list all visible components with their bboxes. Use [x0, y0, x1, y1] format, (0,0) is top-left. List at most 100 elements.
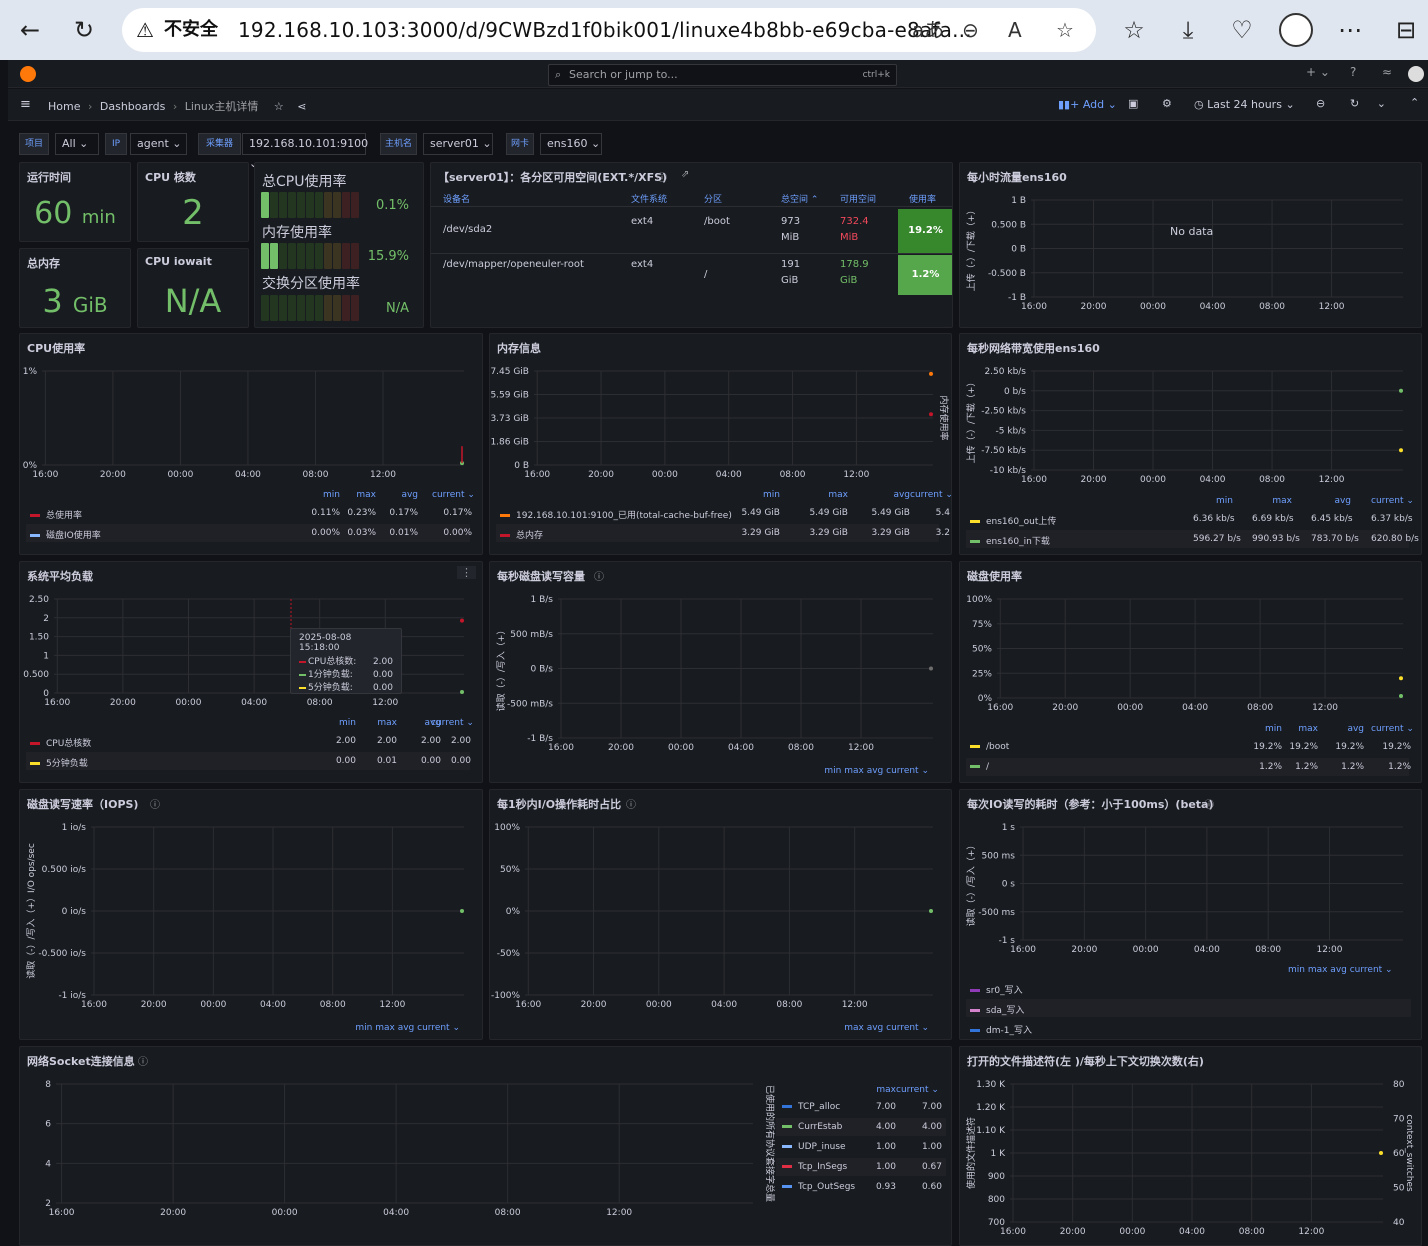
zoom-icon[interactable]: ⊖ [962, 8, 979, 52]
news-icon[interactable]: ≈ [1382, 65, 1392, 79]
address-bar[interactable]: ⚠ 不安全 192.168.10.103:3000/d/9CWBzd1f0bik… [122, 8, 1096, 52]
settings-icon[interactable]: ⚙ [1162, 97, 1172, 110]
zoom-out-icon[interactable]: ⊖ [1316, 97, 1325, 110]
legend-item[interactable]: 磁盘IO使用率 [30, 528, 101, 541]
back-icon[interactable]: ← [14, 14, 46, 46]
refresh-icon[interactable]: ↻ ⌄ [1350, 97, 1386, 110]
sidebar-icon[interactable]: ⊟ [1390, 14, 1422, 46]
y-right-tick-label: 40 [1393, 1218, 1405, 1228]
time-range-label: Last 24 hours [1207, 98, 1282, 111]
legend-header-max[interactable]: max [1278, 724, 1318, 734]
favorite-star-icon[interactable]: ☆ [1056, 8, 1074, 52]
y-tick-label: -2.50 kb/s [981, 407, 1026, 417]
var-select-hostname[interactable]: server01 ⌄ [423, 133, 493, 155]
time-picker[interactable]: ◷ Last 24 hours ⌄ [1194, 98, 1295, 111]
legend-header-min[interactable]: min [1242, 724, 1282, 734]
search-input[interactable]: ⌕ Search or jump to... ctrl+k [548, 64, 897, 86]
legend-item[interactable]: UDP_inuse [782, 1142, 846, 1152]
legend-header-avg[interactable]: avg [378, 490, 418, 500]
legend-item[interactable]: ens160_out上传 [970, 514, 1056, 527]
x-tick-label: 20:00 [110, 698, 136, 708]
grafana-logo-icon[interactable] [20, 66, 36, 82]
col-mount[interactable]: 分区 [704, 192, 722, 205]
var-select-nic[interactable]: ens160 ⌄ [540, 133, 602, 155]
reload-icon[interactable]: ↻ [68, 14, 100, 46]
legend-item[interactable]: 5分钟负载 [30, 756, 88, 769]
legend-item[interactable]: Tcp_InSegs [782, 1162, 847, 1172]
legend-header-max[interactable]: max [336, 490, 376, 500]
legend-header-avg[interactable]: avg [1311, 496, 1351, 506]
legend-footer[interactable]: min max avg current ⌄ [355, 1023, 460, 1033]
favorites-icon[interactable]: ☆ [1118, 14, 1150, 46]
legend-header-min[interactable]: min [300, 490, 340, 500]
var-select-project[interactable]: All ⌄ [55, 133, 99, 155]
legend-header-avg[interactable]: avg [870, 490, 910, 500]
legend-header-avg[interactable]: avg [1324, 724, 1364, 734]
save-icon[interactable]: ▣ [1128, 97, 1138, 110]
external-link-icon[interactable]: ⇗ [681, 169, 689, 180]
y-axis-label: 上传（-）/下载（+） [965, 378, 977, 464]
star-icon[interactable]: ☆ [274, 100, 284, 113]
breadcrumb-home[interactable]: Home [48, 100, 80, 113]
legend-item[interactable]: 192.168.10.101:9100_已用(total-cache-buf-f… [500, 508, 732, 521]
legend-item[interactable]: / [970, 762, 989, 772]
legend-header-min[interactable]: min [1193, 496, 1233, 506]
col-device[interactable]: 设备名 [443, 192, 470, 205]
collapse-icon[interactable]: ⌃ [1410, 96, 1419, 109]
add-button[interactable]: ▮▮+ Add ⌄ [1058, 98, 1117, 111]
col-total[interactable]: 总空间 ⌃ [781, 192, 818, 205]
legend-item[interactable]: ens160_in下载 [970, 534, 1050, 547]
more-icon[interactable]: ⋯ [1334, 14, 1366, 46]
legend-value-max: 3.29 GiB [809, 528, 848, 538]
legend-header-current[interactable]: current ⌄ [432, 490, 475, 500]
series-endpoint [929, 371, 933, 376]
legend-item[interactable]: dm-1_写入 [970, 1023, 1032, 1036]
help-icon[interactable]: ? [1350, 65, 1356, 79]
legend-item[interactable]: sda_写入 [970, 1003, 1024, 1016]
legend-header-current[interactable]: current ⌄ [1371, 724, 1414, 734]
panel-cpu-iowait: CPU iowait N/A [137, 248, 249, 328]
legend-value-min: 0.11% [311, 508, 340, 518]
menu-icon[interactable]: ≡ [20, 97, 31, 112]
new-icon[interactable]: + ⌄ [1306, 65, 1330, 79]
user-avatar[interactable] [1408, 66, 1424, 82]
legend-item[interactable]: /boot [970, 742, 1009, 752]
x-tick-label: 08:00 [495, 1208, 521, 1218]
legend-header-max[interactable]: max [808, 490, 848, 500]
legend-footer[interactable]: min max avg current ⌄ [1288, 965, 1393, 975]
legend-item[interactable]: CPU总核数 [30, 736, 91, 749]
health-icon[interactable]: ♡ [1226, 14, 1258, 46]
legend-header-min[interactable]: min [316, 718, 356, 728]
legend-item[interactable]: Tcp_OutSegs [782, 1182, 855, 1192]
read-aloud-icon[interactable]: A [1008, 8, 1022, 52]
legend-header-current[interactable]: current ⌄ [910, 490, 951, 500]
legend-footer[interactable]: min max avg current ⌄ [824, 766, 929, 776]
legend-item[interactable]: TCP_alloc [782, 1102, 840, 1112]
share-icon[interactable]: ⋖ [297, 100, 306, 113]
y-tick-label: -500 mB/s [507, 699, 553, 709]
legend-item[interactable]: sr0_写入 [970, 983, 1023, 996]
col-fs[interactable]: 文件系统 [631, 192, 667, 205]
legend-item[interactable]: 总使用率 [30, 508, 82, 521]
profile-avatar[interactable] [1279, 13, 1313, 47]
breadcrumb-dashboards[interactable]: Dashboards [100, 100, 165, 113]
legend-header-max[interactable]: max [1252, 496, 1292, 506]
var-select-collector[interactable]: 192.168.10.101:9100 ⌄ [242, 133, 368, 170]
col-usage[interactable]: 使用率 [909, 192, 936, 205]
reader-icon[interactable]: aあ [912, 8, 944, 52]
info-icon[interactable]: ⓘ [657, 169, 667, 184]
legend-header-max[interactable]: max [357, 718, 397, 728]
col-avail[interactable]: 可用空间 [840, 192, 876, 205]
legend-header-current[interactable]: current ⌄ [896, 1085, 939, 1095]
y-tick-label: 50% [972, 645, 992, 655]
legend-header-current[interactable]: current ⌄ [1371, 496, 1414, 506]
download-icon[interactable]: ⤓ [1172, 14, 1204, 46]
legend-item[interactable]: CurrEstab [782, 1122, 842, 1132]
legend-footer[interactable]: max avg current ⌄ [844, 1023, 929, 1033]
legend-item[interactable]: 总内存 [500, 528, 543, 541]
legend-header-max[interactable]: max [856, 1085, 896, 1095]
var-select-ip[interactable]: agent ⌄ [130, 133, 187, 155]
legend-header-min[interactable]: min [740, 490, 780, 500]
legend-header-current[interactable]: current ⌄ [431, 718, 474, 728]
x-tick-label: 00:00 [1133, 945, 1159, 955]
